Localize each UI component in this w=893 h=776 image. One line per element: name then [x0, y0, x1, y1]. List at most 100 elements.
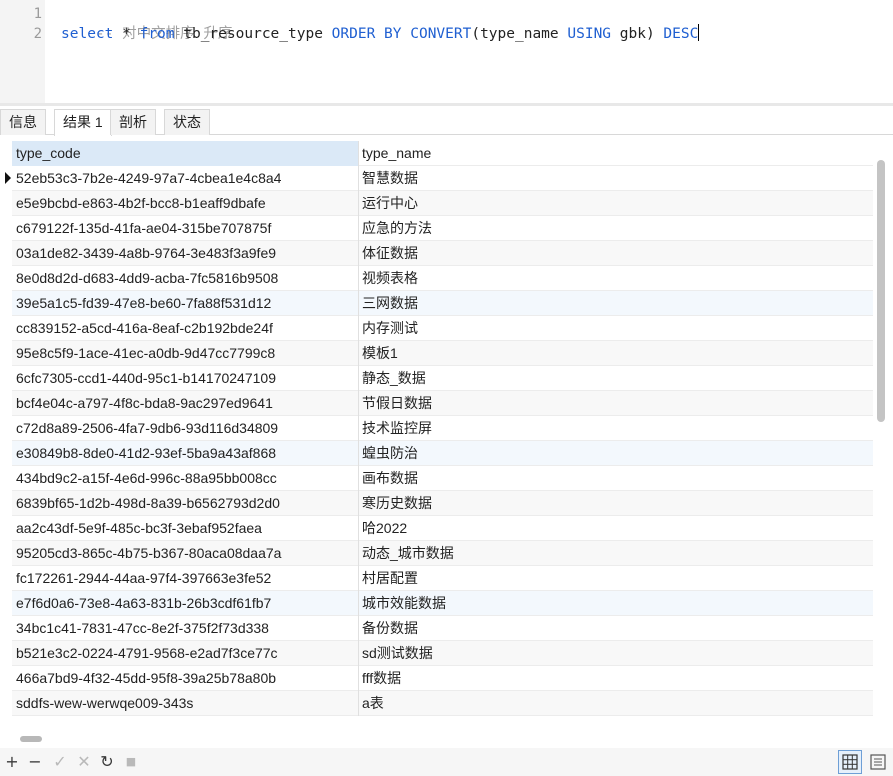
cell-type-name[interactable]: 备份数据 — [362, 616, 862, 641]
table-row[interactable]: b521e3c2-0224-4791-9568-e2ad7f3ce77c sd测试… — [12, 641, 873, 666]
column-divider — [358, 441, 359, 466]
cell-type-name[interactable]: 蝗虫防治 — [362, 441, 862, 466]
table-row[interactable]: e30849b8-8de0-41d2-93ef-5ba9a43af868 蝗虫防治 — [12, 441, 873, 466]
cell-type-name[interactable]: 静态_数据 — [362, 366, 862, 391]
form-view-button[interactable] — [866, 750, 890, 774]
grid-view-button[interactable] — [838, 750, 862, 774]
cell-type-name[interactable]: 寒历史数据 — [362, 491, 862, 516]
cell-type-code[interactable]: e30849b8-8de0-41d2-93ef-5ba9a43af868 — [16, 441, 356, 466]
table-row[interactable]: 434bd9c2-a15f-4e6d-996c-88a95bb008cc 画布数据 — [12, 466, 873, 491]
cell-type-code[interactable]: sddfs-wew-werwqe009-343s — [16, 691, 356, 716]
cell-type-name[interactable]: 动态_城市数据 — [362, 541, 862, 566]
column-divider — [358, 541, 359, 566]
cell-type-code[interactable]: c72d8a89-2506-4fa7-9db6-93d116d34809 — [16, 416, 356, 441]
sql-keyword: USING — [567, 26, 612, 42]
tab-status[interactable]: 状态 — [164, 109, 210, 135]
cell-type-code[interactable]: 6cfc7305-ccd1-440d-95c1-b14170247109 — [16, 366, 356, 391]
cell-type-name[interactable]: 视频表格 — [362, 266, 862, 291]
cell-type-code[interactable]: 6839bf65-1d2b-498d-8a39-b6562793d2d0 — [16, 491, 356, 516]
sql-keyword: ORDER BY — [331, 26, 402, 42]
stop-button[interactable]: ■ — [122, 752, 140, 772]
cell-type-code[interactable]: cc839152-a5cd-416a-8eaf-c2b192bde24f — [16, 316, 356, 341]
table-row[interactable]: aa2c43df-5e9f-485c-bc3f-3ebaf952faea 哈202… — [12, 516, 873, 541]
sql-editor[interactable]: 1 2 -- 对中文排序 升序 select * from tb_resourc… — [0, 0, 893, 103]
cell-type-code[interactable]: e7f6d0a6-73e8-4a63-831b-26b3cdf61fb7 — [16, 591, 356, 616]
sql-keyword: select — [61, 26, 114, 42]
cell-type-name[interactable]: 内存测试 — [362, 316, 862, 341]
table-row[interactable]: c72d8a89-2506-4fa7-9db6-93d116d34809 技术监控… — [12, 416, 873, 441]
sql-keyword: DESC — [663, 26, 699, 42]
cell-type-code[interactable]: 95205cd3-865c-4b75-b367-80aca08daa7a — [16, 541, 356, 566]
cell-type-code[interactable]: 34bc1c41-7831-47cc-8e2f-375f2f73d338 — [16, 616, 356, 641]
horizontal-scrollbar-thumb[interactable] — [20, 736, 42, 742]
cell-type-name[interactable]: a表 — [362, 691, 862, 716]
add-record-button[interactable]: + — [3, 752, 21, 772]
cell-type-code[interactable]: e5e9bcbd-e863-4b2f-bcc8-b1eaff9dbafe — [16, 191, 356, 216]
table-row[interactable]: 03a1de82-3439-4a8b-9764-3e483f3a9fe9 体征数据 — [12, 241, 873, 266]
cell-type-code[interactable]: 03a1de82-3439-4a8b-9764-3e483f3a9fe9 — [16, 241, 356, 266]
cell-type-name[interactable]: 智慧数据 — [362, 166, 862, 191]
table-row[interactable]: e7f6d0a6-73e8-4a63-831b-26b3cdf61fb7 城市效能… — [12, 591, 873, 616]
cell-type-name[interactable]: 哈2022 — [362, 516, 862, 541]
cell-type-name[interactable]: 城市效能数据 — [362, 591, 862, 616]
table-row[interactable]: 39e5a1c5-fd39-47e8-be60-7fa88f531d12 三网数据 — [12, 291, 873, 316]
cell-type-name[interactable]: 模板1 — [362, 341, 862, 366]
table-row[interactable]: fc172261-2944-44aa-97f4-397663e3fe52 村居配置 — [12, 566, 873, 591]
sql-text: gbk) — [611, 26, 664, 42]
column-header-type-code[interactable]: type_code — [16, 141, 356, 166]
cell-type-code[interactable]: 95e8c5f9-1ace-41ec-a0db-9d47cc7799c8 — [16, 341, 356, 366]
column-divider — [358, 266, 359, 291]
column-header-type-name[interactable]: type_name — [362, 141, 862, 166]
table-row[interactable]: c679122f-135d-41fa-ae04-315be707875f 应急的方… — [12, 216, 873, 241]
cell-type-name[interactable]: sd测试数据 — [362, 641, 862, 666]
vertical-scrollbar-thumb[interactable] — [877, 160, 885, 422]
cell-type-code[interactable]: bcf4e04c-a797-4f8c-bda8-9ac297ed9641 — [16, 391, 356, 416]
tab-result-1[interactable]: 结果 1 — [54, 109, 112, 136]
delete-record-button[interactable]: − — [26, 752, 44, 772]
cell-type-name[interactable]: 画布数据 — [362, 466, 862, 491]
tab-info[interactable]: 信息 — [0, 109, 46, 135]
apply-changes-button[interactable]: ✓ — [51, 752, 69, 772]
sql-keyword: from — [139, 26, 175, 42]
grid-toolbar: + − ✓ ✕ ↻ ■ — [0, 748, 893, 776]
refresh-button[interactable]: ↻ — [98, 752, 116, 772]
form-view-icon — [870, 754, 886, 770]
cell-type-code[interactable]: c679122f-135d-41fa-ae04-315be707875f — [16, 216, 356, 241]
table-row[interactable]: 95e8c5f9-1ace-41ec-a0db-9d47cc7799c8 模板1 — [12, 341, 873, 366]
line-number-gutter: 1 2 — [0, 0, 45, 103]
cell-type-name[interactable]: fff数据 — [362, 666, 862, 691]
cell-type-code[interactable]: 8e0d8d2d-d683-4dd9-acba-7fc5816b9508 — [16, 266, 356, 291]
code-line-2[interactable]: select * from tb_resource_type ORDER BY … — [61, 24, 700, 44]
cell-type-name[interactable]: 体征数据 — [362, 241, 862, 266]
table-row[interactable]: 52eb53c3-7b2e-4249-97a7-4cbea1e4c8a4 智慧数据 — [12, 166, 873, 191]
column-divider[interactable] — [358, 141, 359, 166]
cell-type-code[interactable]: aa2c43df-5e9f-485c-bc3f-3ebaf952faea — [16, 516, 356, 541]
cell-type-code[interactable]: b521e3c2-0224-4791-9568-e2ad7f3ce77c — [16, 641, 356, 666]
cell-type-name[interactable]: 应急的方法 — [362, 216, 862, 241]
table-row[interactable]: 95205cd3-865c-4b75-b367-80aca08daa7a 动态_城… — [12, 541, 873, 566]
table-row[interactable]: sddfs-wew-werwqe009-343s a表 — [12, 691, 873, 716]
cell-type-code[interactable]: fc172261-2944-44aa-97f4-397663e3fe52 — [16, 566, 356, 591]
cell-type-code[interactable]: 52eb53c3-7b2e-4249-97a7-4cbea1e4c8a4 — [16, 166, 356, 191]
table-row[interactable]: 6839bf65-1d2b-498d-8a39-b6562793d2d0 寒历史数… — [12, 491, 873, 516]
column-divider — [358, 241, 359, 266]
cell-type-code[interactable]: 39e5a1c5-fd39-47e8-be60-7fa88f531d12 — [16, 291, 356, 316]
cell-type-code[interactable]: 466a7bd9-4f32-45dd-95f8-39a25b78a80b — [16, 666, 356, 691]
table-row[interactable]: 8e0d8d2d-d683-4dd9-acba-7fc5816b9508 视频表格 — [12, 266, 873, 291]
table-row[interactable]: 34bc1c41-7831-47cc-8e2f-375f2f73d338 备份数据 — [12, 616, 873, 641]
discard-changes-button[interactable]: ✕ — [75, 752, 93, 772]
tab-profile[interactable]: 剖析 — [110, 109, 156, 135]
table-row[interactable]: e5e9bcbd-e863-4b2f-bcc8-b1eaff9dbafe 运行中心 — [12, 191, 873, 216]
cell-type-name[interactable]: 运行中心 — [362, 191, 862, 216]
cell-type-name[interactable]: 技术监控屏 — [362, 416, 862, 441]
cell-type-name[interactable]: 三网数据 — [362, 291, 862, 316]
grid-header-row: type_code type_name — [12, 141, 873, 166]
table-row[interactable]: cc839152-a5cd-416a-8eaf-c2b192bde24f 内存测试 — [12, 316, 873, 341]
result-grid[interactable]: type_code type_name 52eb53c3-7b2e-4249-9… — [0, 136, 893, 728]
table-row[interactable]: 6cfc7305-ccd1-440d-95c1-b14170247109 静态_数… — [12, 366, 873, 391]
cell-type-name[interactable]: 节假日数据 — [362, 391, 862, 416]
cell-type-name[interactable]: 村居配置 — [362, 566, 862, 591]
table-row[interactable]: bcf4e04c-a797-4f8c-bda8-9ac297ed9641 节假日数… — [12, 391, 873, 416]
table-row[interactable]: 466a7bd9-4f32-45dd-95f8-39a25b78a80b fff数… — [12, 666, 873, 691]
cell-type-code[interactable]: 434bd9c2-a15f-4e6d-996c-88a95bb008cc — [16, 466, 356, 491]
